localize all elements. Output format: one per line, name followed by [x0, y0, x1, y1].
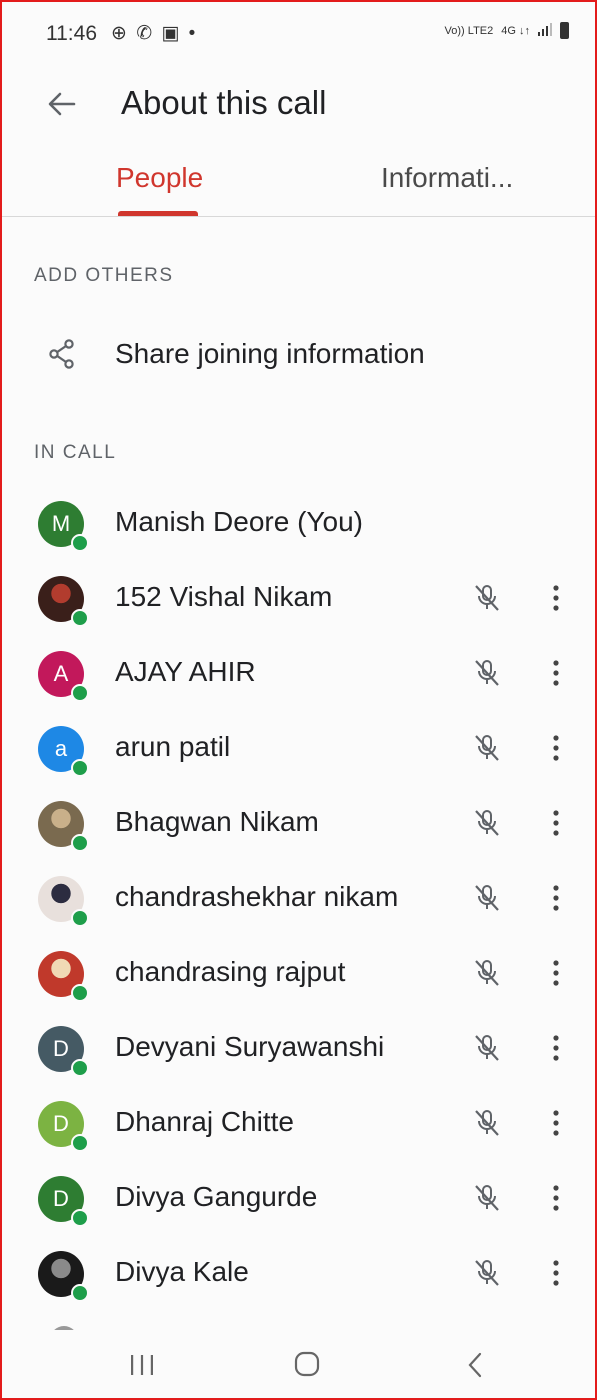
share-icon — [49, 339, 74, 369]
mic-off-icon — [475, 885, 499, 911]
online-status-dot — [71, 984, 89, 1002]
home-icon[interactable] — [294, 1351, 320, 1377]
avatar-initial: A — [53, 661, 69, 686]
more-options-icon[interactable] — [544, 1031, 568, 1065]
participant-name: chandrasing rajput — [115, 956, 346, 987]
whatsapp-icon: ✆ — [136, 23, 155, 44]
participant-name: Divya Gangurde — [115, 1181, 318, 1212]
more-options-icon[interactable] — [544, 581, 568, 615]
avatar-initial: M — [51, 511, 71, 536]
app-bar: About this call — [0, 64, 597, 144]
mic-off-icon — [475, 810, 499, 836]
online-status-dot — [71, 1059, 89, 1077]
gallery-icon: ▣ — [161, 23, 182, 44]
avatar-initial: D — [53, 1186, 69, 1211]
page-title: About this call — [121, 84, 327, 121]
online-status-dot — [71, 909, 89, 927]
online-status-dot — [71, 609, 89, 627]
participant-list: M Manish Deore (You) 152 Vishal Nikam A AJAY… — [0, 486, 597, 1311]
participant-name: Manish Deore (You) — [115, 506, 363, 537]
online-status-dot — [71, 534, 89, 552]
avatar-initial: D — [53, 1111, 69, 1136]
more-options-icon[interactable] — [544, 956, 568, 990]
online-status-dot — [71, 1134, 89, 1152]
online-status-dot — [71, 759, 89, 777]
avatar-initial: D — [53, 1036, 69, 1061]
share-joining-info-button[interactable]: Share joining information — [0, 318, 597, 390]
participant-row[interactable]: a arun patil — [0, 711, 597, 786]
participant-row[interactable]: chandrashekhar nikam — [0, 861, 597, 936]
mic-off-icon — [475, 1260, 499, 1286]
volte-indicator: Vo)) LTE2 — [444, 24, 494, 37]
mic-off-icon — [475, 1185, 499, 1211]
participant-row[interactable]: 152 Vishal Nikam — [0, 561, 597, 636]
more-options-icon[interactable] — [544, 731, 568, 765]
mic-off-icon — [475, 960, 499, 986]
participant-row[interactable]: D Dhanraj Chitte — [0, 1086, 597, 1161]
more-options-icon[interactable] — [544, 656, 568, 690]
status-time: 11:46 — [46, 22, 97, 45]
signal-icon — [538, 22, 552, 39]
status-right-icons: Vo)) LTE2 4G ↓↑ — [445, 22, 569, 39]
participant-name: chandrashekhar nikam — [115, 881, 399, 912]
online-status-dot — [71, 1209, 89, 1227]
battery-icon — [560, 22, 569, 39]
participant-name: Divya Kale — [115, 1256, 249, 1287]
tab-people[interactable]: People — [116, 162, 203, 194]
participant-name: Bhagwan Nikam — [115, 806, 319, 837]
tab-bar: People Informati... — [0, 150, 597, 217]
mic-off-icon — [475, 735, 499, 761]
mic-off-icon — [475, 1035, 499, 1061]
more-options-icon[interactable] — [544, 1256, 568, 1290]
participant-name: AJAY AHIR — [115, 656, 256, 687]
share-joining-info-label: Share joining information — [115, 338, 425, 369]
notification-dot: • — [188, 23, 198, 44]
system-nav-bar — [0, 1330, 597, 1400]
mic-off-icon — [475, 660, 499, 686]
participant-name: arun patil — [115, 731, 231, 762]
online-status-dot — [71, 684, 89, 702]
partial-list-item — [0, 1316, 597, 1330]
back-arrow-icon[interactable] — [44, 86, 80, 122]
add-others-header: ADD OTHERS — [34, 265, 174, 286]
whatsapp-business-icon: ⊕ — [111, 23, 129, 44]
online-status-dot — [71, 1284, 89, 1302]
participant-row[interactable]: D Divya Gangurde — [0, 1161, 597, 1236]
participant-row[interactable]: chandrasing rajput — [0, 936, 597, 1011]
more-options-icon[interactable] — [544, 806, 568, 840]
participant-row[interactable]: M Manish Deore (You) — [0, 486, 597, 561]
participant-name: Dhanraj Chitte — [115, 1106, 294, 1137]
recent-apps-icon[interactable] — [129, 1354, 155, 1376]
in-call-header: IN CALL — [34, 442, 117, 463]
avatar-initial: a — [54, 736, 68, 761]
online-status-dot — [71, 834, 89, 852]
participant-row[interactable]: Bhagwan Nikam — [0, 786, 597, 861]
participant-row[interactable]: D Devyani Suryawanshi — [0, 1011, 597, 1086]
mic-off-icon — [475, 1110, 499, 1136]
nav-back-icon[interactable] — [466, 1352, 484, 1378]
tab-information[interactable]: Informati... — [381, 162, 513, 194]
more-options-icon[interactable] — [544, 1106, 568, 1140]
participant-row[interactable]: A AJAY AHIR — [0, 636, 597, 711]
active-tab-indicator — [118, 211, 198, 216]
notification-icons: ⊕ ✆ ▣ • — [111, 22, 197, 45]
mic-off-icon — [475, 585, 499, 611]
participant-name: 152 Vishal Nikam — [115, 581, 333, 612]
network-4g-indicator: 4G ↓↑ — [501, 24, 530, 37]
participant-row[interactable]: Divya Kale — [0, 1236, 597, 1311]
more-options-icon[interactable] — [544, 1181, 568, 1215]
more-options-icon[interactable] — [544, 881, 568, 915]
status-bar: 11:46 ⊕ ✆ ▣ • Vo)) LTE2 4G ↓↑ — [0, 0, 597, 64]
participant-name: Devyani Suryawanshi — [115, 1031, 385, 1062]
